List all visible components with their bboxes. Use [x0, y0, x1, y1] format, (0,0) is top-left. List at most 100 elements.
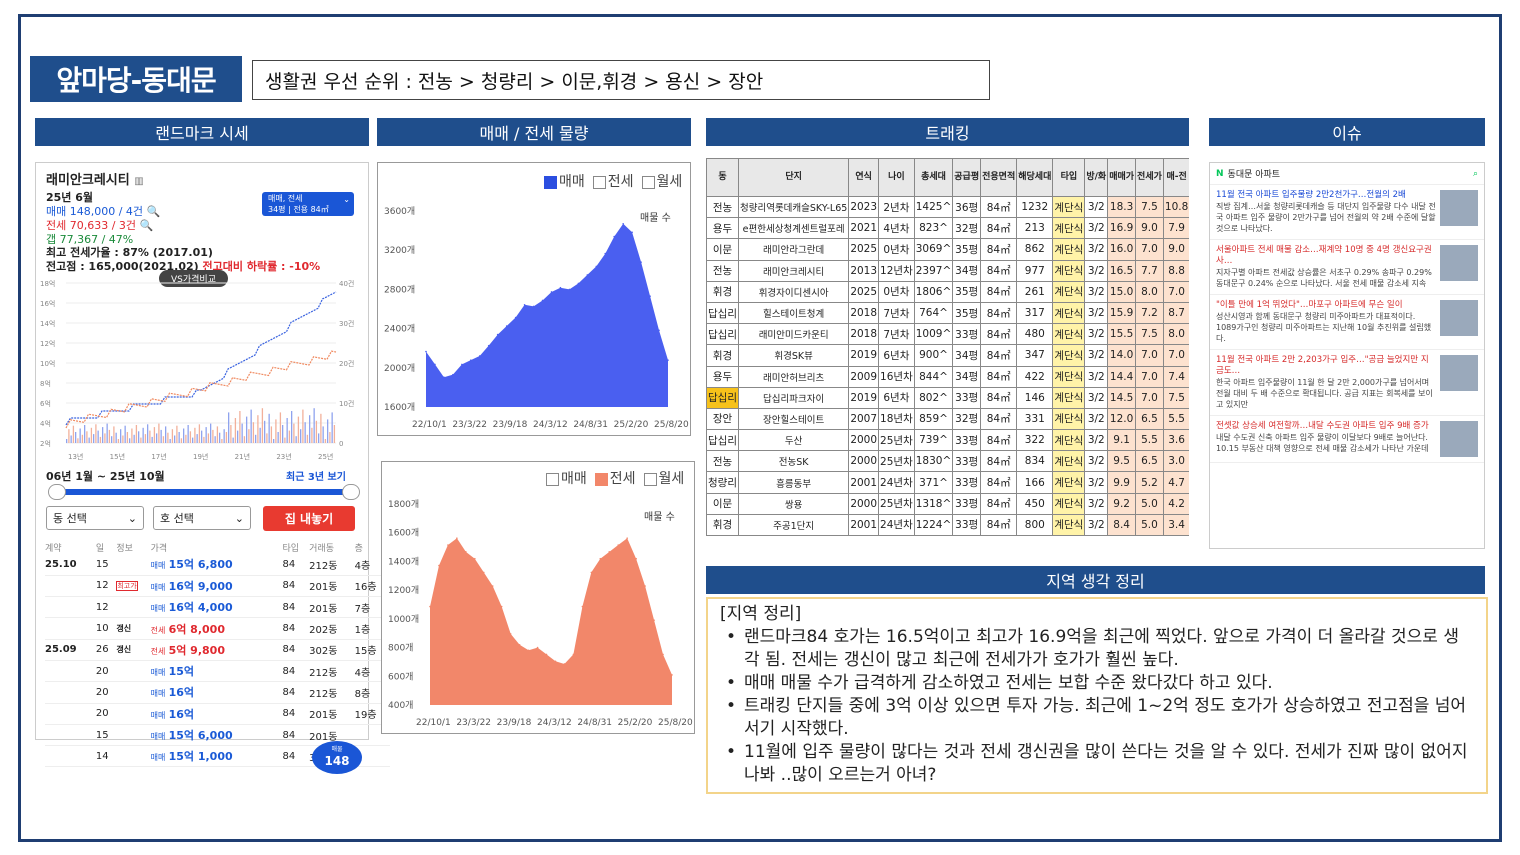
news-headline[interactable]: 서울아파트 전세 매물 감소…재계약 10명 중 4명 갱신요구권 사… [1216, 245, 1436, 267]
news-item[interactable]: 전셋값 상승세 여전할까…내달 수도권 아파트 입주 9배 증가 내달 수도권 신… [1210, 416, 1484, 463]
news-item[interactable]: 11월 전국 아파트 2만 2,203가구 입주…"공급 늘었지만 지금도… 한국… [1210, 350, 1484, 416]
recent-3y-link[interactable]: 최근 3년 보기 [286, 468, 346, 483]
news-headline[interactable]: 전셋값 상승세 여전할까…내달 수도권 아파트 입주 9배 증가 [1216, 421, 1436, 432]
list-property-button[interactable]: 집 내놓기 [263, 506, 355, 531]
search-bar[interactable]: N 동대문 아파트 ⌕ [1210, 163, 1484, 185]
column-header[interactable]: 나이 [878, 158, 915, 197]
search-icon[interactable]: ⌕ [1473, 169, 1478, 179]
ho-select[interactable]: 호 선택 ⌄ [153, 506, 251, 530]
column-header[interactable]: 전세가 [1135, 158, 1164, 197]
tracking-cell: 래미안허브리츠 [737, 365, 850, 388]
column-header[interactable]: 매매가 [1107, 158, 1137, 197]
deal-row[interactable]: 25.10 15 매매 15억 6,800 84 212동 4층 [45, 554, 390, 576]
deal-row[interactable]: 20 매매 15억 84 212동 4층 [45, 660, 390, 683]
x-tick: 15년 [110, 452, 125, 461]
tracking-row[interactable]: 이문 쌍용 2000 25년차 1318^ 33평 84㎡ 450 계단식 3/2 9.2 5.0 4.… [706, 492, 1189, 515]
slider-handle-end[interactable] [342, 484, 360, 500]
column-header[interactable]: 일 [96, 540, 116, 554]
y-tick: 600개 [388, 671, 413, 682]
tracking-cell: 래미안미드카운티 [737, 323, 850, 346]
data-point [443, 376, 445, 378]
tracking-row[interactable]: 휘경 휘경SK뷰 2019 6년차 900^ 34평 84㎡ 347 계단식 3/2 14.0 7.0… [706, 344, 1189, 367]
column-header[interactable]: 해당세대 [1016, 158, 1054, 197]
tracking-cell: 25년차 [878, 429, 915, 452]
listing-count-badge[interactable]: 매물 148 [312, 741, 362, 774]
tracking-row[interactable]: 휘경 주공1단지 2001 24년차 1224^ 33평 84㎡ 800 계단식 3/2 8.4 5.… [706, 513, 1189, 537]
volume-bar [255, 434, 257, 443]
column-header[interactable]: 매-전 [1162, 158, 1189, 197]
deal-row[interactable]: 20 매매 16억 84 201동 19층 [45, 703, 390, 725]
column-header[interactable]: 총세대 [913, 158, 954, 197]
news-headline[interactable]: 11월 전국 아파트 입주물량 2만2천가구…전월의 2배 [1216, 190, 1436, 201]
tracking-row[interactable]: 전농 청량리역롯데캐슬SKY-L65 2023 2년차 1425^ 36평 84㎡ 1232 계… [706, 195, 1189, 219]
news-headline[interactable]: 11월 전국 아파트 2만 2,203가구 입주…"공급 늘었지만 지금도… [1216, 355, 1436, 377]
sale-volume-panel: 매매 전세 월세 3600개 3200개 2800개 2400개 2000개 1600개 2… [377, 162, 691, 436]
tracking-row[interactable]: 이문 래미안라그란데 2025 0년차 3069^ 35평 84㎡ 862 계단식 3/2 16.0… [706, 238, 1189, 261]
news-thumbnail[interactable] [1440, 421, 1478, 457]
tracking-cell: 84㎡ [980, 492, 1018, 515]
tracking-row[interactable]: 휘경 휘경자이디센시아 2025 0년차 1806^ 35평 84㎡ 261 계단식 3/2 15.… [706, 280, 1189, 303]
column-header[interactable]: 타입 [1052, 158, 1086, 197]
deal-type: 84 [282, 724, 310, 747]
tracking-row[interactable]: 답십리 답십리파크자이 2019 6년차 802^ 33평 84㎡ 146 계단식 3/2 14.5… [706, 386, 1189, 409]
tracking-row[interactable]: 답십리 래미안미드카운티 2018 7년차 1009^ 33평 84㎡ 480 계단식 3/2 15… [706, 323, 1189, 346]
map-icon[interactable]: ▥ [134, 176, 143, 187]
range-slider[interactable] [48, 484, 360, 500]
tracking-row[interactable]: 전농 전농SK 2000 25년차 1830^ 33평 84㎡ 834 계단식 3/2 9.5 6.5… [706, 450, 1189, 473]
area-dropdown[interactable]: 매매, 전세 34평 | 전용 84㎡ ⌄ [262, 192, 354, 216]
data-point [599, 557, 602, 560]
tracking-row[interactable]: 청량리 흥릉동부 2001 24년차 371^ 33평 84㎡ 166 계단식 3/2 9.9 5.2… [706, 471, 1189, 494]
deal-row[interactable]: 25.09 26 갱신 전세 5억 9,800 84 302동 15층 [45, 639, 390, 661]
column-header[interactable]: 방/화 [1084, 158, 1109, 197]
deal-row[interactable]: 12 최고가 매매 16억 9,000 84 201동 16층 [45, 575, 390, 598]
tracking-row[interactable]: 전농 래미안크레시티 2013 12년차 2397^ 34평 84㎡ 977 계단식 3/2 16.… [706, 259, 1189, 282]
news-item[interactable]: 서울아파트 전세 매물 감소…재계약 10명 중 4명 갱신요구권 사… 지자구별… [1210, 240, 1484, 295]
data-point [662, 653, 664, 656]
news-thumbnail[interactable] [1440, 245, 1478, 281]
tracking-cell: 답십리 [706, 301, 739, 325]
search-icon[interactable]: 🔍 [140, 219, 154, 232]
news-item[interactable]: 11월 전국 아파트 입주물량 2만2천가구…전월의 2배 직방 집계…서울 청량… [1210, 185, 1484, 240]
column-header[interactable]: 거래동 [309, 540, 355, 554]
deal-row[interactable]: 20 매매 16억 84 212동 8층 [45, 681, 390, 704]
tracking-cell: 84㎡ [980, 259, 1018, 282]
tracking-row[interactable]: 답십리 힐스테이트청계 2018 7년차 764^ 35평 84㎡ 317 계단식 3/2 15.9… [706, 301, 1189, 325]
column-header[interactable]: 타입 [283, 540, 310, 554]
slider-handle-start[interactable] [48, 484, 66, 500]
column-header[interactable]: 가격 [151, 540, 283, 554]
column-header[interactable]: 동 [706, 158, 739, 197]
tracking-row[interactable]: 용두 래미안허브리츠 2009 16년차 844^ 34평 84㎡ 422 계단식 3/2 14.4… [706, 365, 1189, 388]
tracking-cell: 9.2 [1107, 492, 1137, 515]
deal-type: 84 [282, 575, 310, 598]
news-headline[interactable]: "이틀 만에 1억 뛰었다"…마포구 아파트에 무슨 일이 [1216, 300, 1436, 311]
column-header[interactable]: 전용면적 [980, 158, 1018, 197]
deal-price: 매매 15억 6,800 [150, 554, 283, 576]
news-thumbnail[interactable] [1440, 355, 1478, 391]
column-header[interactable]: 정보 [116, 540, 150, 554]
column-header[interactable]: 연식 [848, 158, 880, 197]
dong-select[interactable]: 동 선택 ⌄ [46, 506, 144, 530]
deal-row[interactable]: 12 매매 16억 4,000 84 201동 7층 [45, 596, 390, 619]
deal-dong: 212동 [309, 660, 355, 683]
volume-bar [270, 426, 273, 443]
deal-price: 매매 16억 4,000 [150, 596, 283, 619]
tracking-cell: 2025 [848, 280, 880, 303]
column-header[interactable]: 공급평 [952, 158, 982, 197]
news-thumbnail[interactable] [1440, 300, 1478, 336]
column-header[interactable]: 단지 [737, 158, 850, 197]
volume-bar [111, 436, 113, 443]
tracking-row[interactable]: 답십리 두산 2000 25년차 739^ 33평 84㎡ 322 계단식 3/2 9.1 5.5 3.… [706, 429, 1189, 452]
news-thumbnail[interactable] [1440, 190, 1478, 226]
tracking-cell: 1224^ [913, 513, 954, 537]
column-header[interactable]: 계약 [45, 540, 96, 554]
deal-price: 매매 15억 6,000 [150, 724, 283, 747]
x-tick: 25/8/20 [658, 718, 693, 728]
y-tick-left: 18억 [40, 280, 55, 288]
news-item[interactable]: "이틀 만에 1억 뛰었다"…마포구 아파트에 무슨 일이 성산시영과 함께 동대… [1210, 295, 1484, 350]
tracking-row[interactable]: 용두 e편한세상청계센트럴포레 2021 4년차 823^ 32평 84㎡ 213 계단식 3/2… [706, 217, 1189, 240]
deal-info [116, 724, 151, 747]
tracking-row[interactable]: 장안 장안힐스테이트 2007 18년차 859^ 32평 84㎡ 331 계단식 3/2 12.0… [706, 407, 1189, 431]
volume-bar [266, 433, 268, 443]
deal-row[interactable]: 10 갱신 전세 6억 8,000 84 202동 1층 [45, 617, 390, 640]
volume-bar [203, 436, 205, 443]
